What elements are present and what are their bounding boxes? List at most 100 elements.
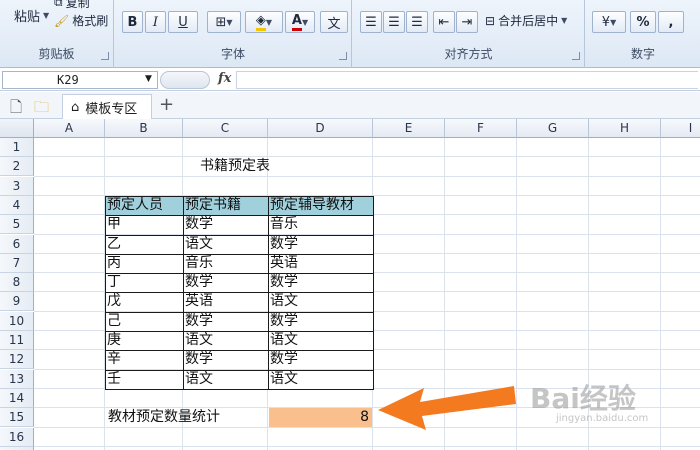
table-cell[interactable]: 语文 xyxy=(183,331,268,350)
name-box[interactable]: K29 xyxy=(2,71,158,89)
bold-button[interactable]: B xyxy=(122,11,143,33)
column-header-g[interactable]: G xyxy=(517,119,589,138)
tab-template-zone[interactable]: ⌂ 模板专区 xyxy=(62,94,152,119)
table-cell[interactable]: 音乐 xyxy=(268,215,373,235)
chevron-down-icon[interactable]: ▼ xyxy=(145,74,152,84)
table-cell[interactable]: 英语 xyxy=(268,253,373,273)
align-left-button[interactable]: ☰ xyxy=(360,11,382,33)
percent-button[interactable]: % xyxy=(630,11,656,33)
row-header-12[interactable]: 12 xyxy=(0,350,34,370)
table-cell[interactable]: 甲 xyxy=(105,215,183,235)
fill-color-button[interactable]: ◈ ▼ xyxy=(245,11,283,33)
table-cell[interactable]: 语文 xyxy=(268,331,373,350)
table-cell[interactable]: 语文 xyxy=(268,292,373,312)
dialog-launcher-icon[interactable] xyxy=(101,52,109,60)
row-header-4[interactable]: 4 xyxy=(0,195,34,215)
row-header-8[interactable]: 8 xyxy=(0,273,34,293)
table-border-horizontal xyxy=(105,215,374,217)
table-cell[interactable]: 辛 xyxy=(105,350,183,370)
insert-function-icon[interactable]: fx xyxy=(218,71,231,86)
table-cell[interactable]: 庚 xyxy=(105,331,183,350)
watermark-logo: Bai经验 xyxy=(530,382,636,415)
dialog-launcher-icon[interactable] xyxy=(339,52,347,60)
row-header-16[interactable]: 16 xyxy=(0,427,34,447)
stat-value-cell[interactable]: 8 xyxy=(269,408,372,428)
column-header-b[interactable]: B xyxy=(105,119,183,138)
row-header-11[interactable]: 11 xyxy=(0,331,34,350)
select-all-corner[interactable] xyxy=(0,119,34,138)
underline-button[interactable]: U xyxy=(168,11,198,33)
formula-splitter[interactable] xyxy=(160,71,210,89)
row-header-9[interactable]: 9 xyxy=(0,292,34,312)
row-header-6[interactable]: 6 xyxy=(0,234,34,254)
sheet-title[interactable]: 书籍预定表 xyxy=(198,157,270,176)
table-cell[interactable]: 英语 xyxy=(183,292,268,312)
table-cell[interactable]: 语文 xyxy=(183,369,268,389)
indent-icon: ⇥ xyxy=(461,14,473,30)
table-header-cell[interactable]: 预定书籍 xyxy=(183,195,268,215)
phonetic-button[interactable]: 文 xyxy=(320,11,348,33)
row-header-10[interactable]: 10 xyxy=(0,311,34,331)
spreadsheet-grid[interactable]: ABCDEFGHI 1234567891011121314151617 书籍预定… xyxy=(0,119,700,450)
table-cell[interactable]: 戊 xyxy=(105,292,183,312)
align-right-button[interactable]: ☰ xyxy=(406,11,428,33)
row-header-3[interactable]: 3 xyxy=(0,176,34,196)
column-header-e[interactable]: E xyxy=(373,119,445,138)
row-header-1[interactable]: 1 xyxy=(0,138,34,157)
column-header-i[interactable]: I xyxy=(661,119,700,138)
row-header-2[interactable]: 2 xyxy=(0,157,34,177)
table-cell[interactable]: 语文 xyxy=(183,234,268,254)
table-cell[interactable]: 数学 xyxy=(268,273,373,293)
column-header-a[interactable]: A xyxy=(34,119,105,138)
table-cell[interactable]: 己 xyxy=(105,311,183,331)
group-label-number: 数字 xyxy=(630,47,655,61)
dialog-launcher-icon[interactable] xyxy=(572,52,580,60)
border-button[interactable]: ⊞ ▼ xyxy=(207,11,241,33)
formula-bar: K29 ▼ fx xyxy=(0,69,700,91)
formula-input[interactable] xyxy=(236,71,698,89)
currency-button[interactable]: ¥ ▼ xyxy=(592,11,626,33)
table-cell[interactable]: 数学 xyxy=(183,311,268,331)
table-cell[interactable]: 数学 xyxy=(183,215,268,235)
decrease-indent-button[interactable]: ⇤ xyxy=(433,11,455,33)
row-header-14[interactable]: 14 xyxy=(0,388,34,408)
table-cell[interactable]: 数学 xyxy=(268,234,373,254)
row-header-13[interactable]: 13 xyxy=(0,369,34,389)
table-cell[interactable]: 丁 xyxy=(105,273,183,293)
table-cell[interactable]: 语文 xyxy=(268,369,373,389)
grid-column-line xyxy=(660,138,661,450)
table-cell[interactable]: 数学 xyxy=(183,350,268,370)
group-label-alignment: 对齐方式 xyxy=(444,47,493,61)
number-group: ¥ ▼ % , 数字 xyxy=(586,0,700,68)
table-cell[interactable]: 数学 xyxy=(268,350,373,370)
table-cell[interactable]: 数学 xyxy=(183,273,268,293)
table-border-horizontal xyxy=(105,292,374,294)
column-header-h[interactable]: H xyxy=(589,119,661,138)
table-cell[interactable]: 乙 xyxy=(105,234,183,254)
column-header-d[interactable]: D xyxy=(268,119,373,138)
row-header-7[interactable]: 7 xyxy=(0,253,34,273)
comma-button[interactable]: , xyxy=(658,11,684,33)
table-cell[interactable]: 音乐 xyxy=(183,253,268,273)
table-border-horizontal xyxy=(105,234,374,236)
copy-button[interactable]: ⧉ 复制 xyxy=(54,0,90,11)
align-center-button[interactable]: ☰ xyxy=(383,11,405,33)
row-header-5[interactable]: 5 xyxy=(0,215,34,235)
table-cell[interactable]: 数学 xyxy=(268,311,373,331)
table-cell[interactable]: 壬 xyxy=(105,369,183,389)
column-header-f[interactable]: F xyxy=(445,119,517,138)
italic-button[interactable]: I xyxy=(145,11,166,33)
watermark-url: jingyan.baidu.com xyxy=(556,413,649,424)
paste-button[interactable]: 粘贴 ▼ xyxy=(14,6,49,25)
increase-indent-button[interactable]: ⇥ xyxy=(456,11,478,33)
column-header-c[interactable]: C xyxy=(183,119,268,138)
font-color-button[interactable]: A ▼ xyxy=(285,11,315,33)
table-cell[interactable]: 丙 xyxy=(105,253,183,273)
merge-center-button[interactable]: ⊟ 合并后居中 ▼ xyxy=(485,12,567,29)
table-header-cell[interactable]: 预定辅导教材 xyxy=(268,195,373,215)
stat-label[interactable]: 教材预定数量统计 xyxy=(106,408,268,427)
table-header-cell[interactable]: 预定人员 xyxy=(105,195,183,215)
row-header-15[interactable]: 15 xyxy=(0,408,34,428)
add-tab-button[interactable]: + xyxy=(159,94,174,115)
format-painter-button[interactable]: 🖌 格式刷 xyxy=(54,12,108,29)
